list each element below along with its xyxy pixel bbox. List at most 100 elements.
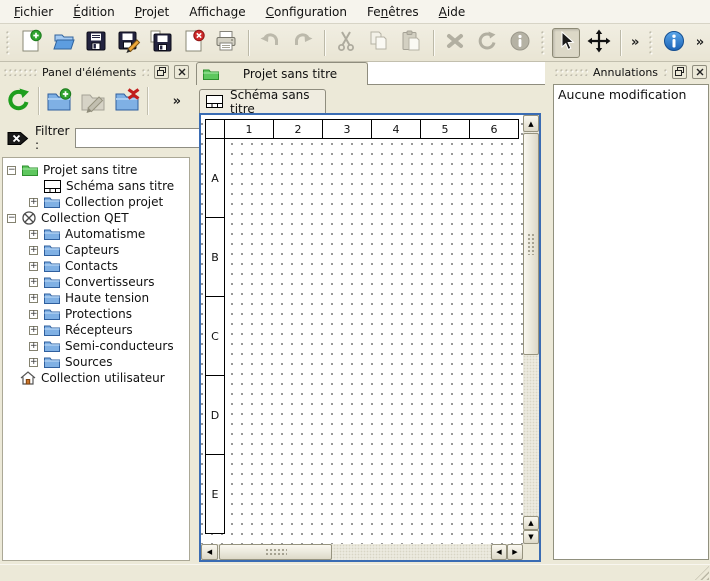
menu-projet[interactable]: Projet [125, 2, 179, 22]
expand-expander[interactable] [29, 230, 38, 239]
dock-float-button[interactable] [154, 65, 169, 79]
open-project-button[interactable] [49, 28, 78, 58]
scroll-up-button[interactable] [523, 115, 539, 132]
move-mode-button[interactable] [584, 28, 613, 58]
dock-close-button[interactable] [692, 65, 707, 79]
delete-button[interactable] [440, 28, 469, 58]
undo-panel-titlebar[interactable]: Annulations [551, 62, 710, 82]
tab-projet-sans-titre[interactable]: Projet sans titre [196, 62, 368, 85]
menu-fenetres[interactable]: Fenêtres [357, 2, 429, 22]
expand-expander[interactable] [29, 262, 38, 271]
tree-item-recepteurs[interactable]: Récepteurs [3, 322, 189, 338]
menu-affichage[interactable]: Affichage [179, 2, 255, 22]
new-document-button[interactable] [17, 28, 46, 58]
dock-drag-handle[interactable] [141, 68, 149, 76]
cut-button[interactable] [332, 28, 361, 58]
tree-item-protections[interactable]: Protections [3, 306, 189, 322]
select-mode-button[interactable] [552, 28, 581, 58]
dock-float-button[interactable] [672, 65, 687, 79]
menu-configuration[interactable]: Configuration [256, 2, 357, 22]
rotate-button[interactable] [473, 28, 502, 58]
tree-item-projet-sans-titre[interactable]: Projet sans titre [3, 162, 189, 178]
folder-icon [44, 260, 60, 272]
panel-toolbar-overflow-button[interactable]: » [170, 94, 184, 109]
information-button[interactable] [506, 28, 535, 58]
tree-item-automatisme[interactable]: Automatisme [3, 226, 189, 242]
edit-category-button[interactable] [79, 87, 107, 115]
menu-label: êtres [388, 5, 418, 19]
collapse-expander[interactable] [7, 214, 16, 223]
rotate-icon [475, 29, 499, 56]
tree-item-collection-projet[interactable]: Collection projet [3, 194, 189, 210]
toolbar-separator [248, 30, 249, 56]
dock-drag-handle[interactable] [3, 68, 37, 76]
tree-item-capteurs[interactable]: Capteurs [3, 242, 189, 258]
dock-drag-handle[interactable] [663, 68, 667, 76]
expand-expander[interactable] [29, 358, 38, 367]
toolbar-overflow-button[interactable]: » [628, 35, 642, 50]
undo-list-item[interactable]: Aucune modification [558, 87, 704, 102]
menu-fichier[interactable]: Fichier [4, 2, 63, 22]
dock-drag-handle[interactable] [554, 68, 588, 76]
tree-item-convertisseurs[interactable]: Convertisseurs [3, 274, 189, 290]
scroll-right-button[interactable] [507, 544, 523, 560]
menu-aide[interactable]: Aide [429, 2, 476, 22]
menu-edition[interactable]: Édition [63, 2, 125, 22]
save-all-button[interactable] [147, 28, 176, 58]
tree-item-contacts[interactable]: Contacts [3, 258, 189, 274]
expand-expander[interactable] [29, 310, 38, 319]
paste-button[interactable] [397, 28, 426, 58]
delete-category-button[interactable] [113, 87, 141, 115]
toolbar-overflow-button[interactable]: » [693, 35, 707, 50]
undo-history-list[interactable]: Aucune modification [553, 84, 709, 560]
clear-filter-button[interactable] [7, 130, 29, 147]
new-category-button[interactable] [45, 87, 73, 115]
scroll-down-button[interactable] [523, 530, 539, 544]
vertical-scroll-thumb[interactable] [523, 133, 539, 355]
expand-expander[interactable] [29, 246, 38, 255]
tree-item-collection-qet[interactable]: Collection QET [3, 210, 189, 226]
undo-button[interactable] [256, 28, 285, 58]
tree-item-schema-sans-titre[interactable]: Schéma sans titre [3, 178, 189, 194]
save-as-button[interactable] [114, 28, 143, 58]
vertical-scrollbar[interactable] [523, 115, 539, 544]
collapse-expander[interactable] [7, 166, 16, 175]
elements-panel-title: Panel d'éléments [42, 66, 136, 79]
tree-item-haute-tension[interactable]: Haute tension [3, 290, 189, 306]
expand-expander[interactable] [29, 326, 38, 335]
tree-item-collection-utilisateur[interactable]: Collection utilisateur [3, 370, 189, 386]
scroll-left-button-2[interactable] [491, 544, 507, 560]
expand-expander[interactable] [29, 342, 38, 351]
row-header: A B C D E [205, 139, 225, 534]
tree-item-semi-conducteurs[interactable]: Semi-conducteurs [3, 338, 189, 354]
scroll-up-button-2[interactable] [523, 516, 539, 530]
print-button[interactable] [212, 28, 241, 58]
project-view: Projet sans titre Schéma sans titre 1 2 … [196, 62, 545, 562]
copy-icon [367, 29, 391, 56]
diagram-canvas[interactable]: 1 2 3 4 5 6 A B C D E [201, 115, 523, 544]
toolbar-handle[interactable] [648, 30, 654, 56]
horizontal-scroll-thumb[interactable] [219, 544, 332, 560]
copy-button[interactable] [364, 28, 393, 58]
close-file-button[interactable] [180, 28, 209, 58]
about-qet-button[interactable] [660, 28, 689, 58]
elements-panel-titlebar[interactable]: Panel d'éléments [0, 62, 192, 82]
redo-icon [291, 29, 315, 56]
dock-close-button[interactable] [174, 65, 189, 79]
redo-button[interactable] [288, 28, 317, 58]
save-button[interactable] [82, 28, 111, 58]
expand-expander[interactable] [29, 198, 38, 207]
reload-collections-button[interactable] [4, 87, 32, 115]
expand-expander[interactable] [29, 294, 38, 303]
resize-grip[interactable] [695, 566, 709, 580]
elements-panel-toolbar: » [0, 82, 192, 120]
diagram-view[interactable]: 1 2 3 4 5 6 A B C D E [199, 113, 541, 562]
horizontal-scrollbar[interactable] [201, 544, 523, 560]
tab-schema-sans-titre[interactable]: Schéma sans titre [199, 89, 326, 113]
scroll-left-button[interactable] [201, 544, 218, 560]
toolbar-handle[interactable] [5, 30, 11, 56]
tree-item-sources[interactable]: Sources [3, 354, 189, 370]
toolbar-handle[interactable] [540, 30, 546, 56]
expand-expander[interactable] [29, 278, 38, 287]
folder-icon [44, 324, 60, 336]
